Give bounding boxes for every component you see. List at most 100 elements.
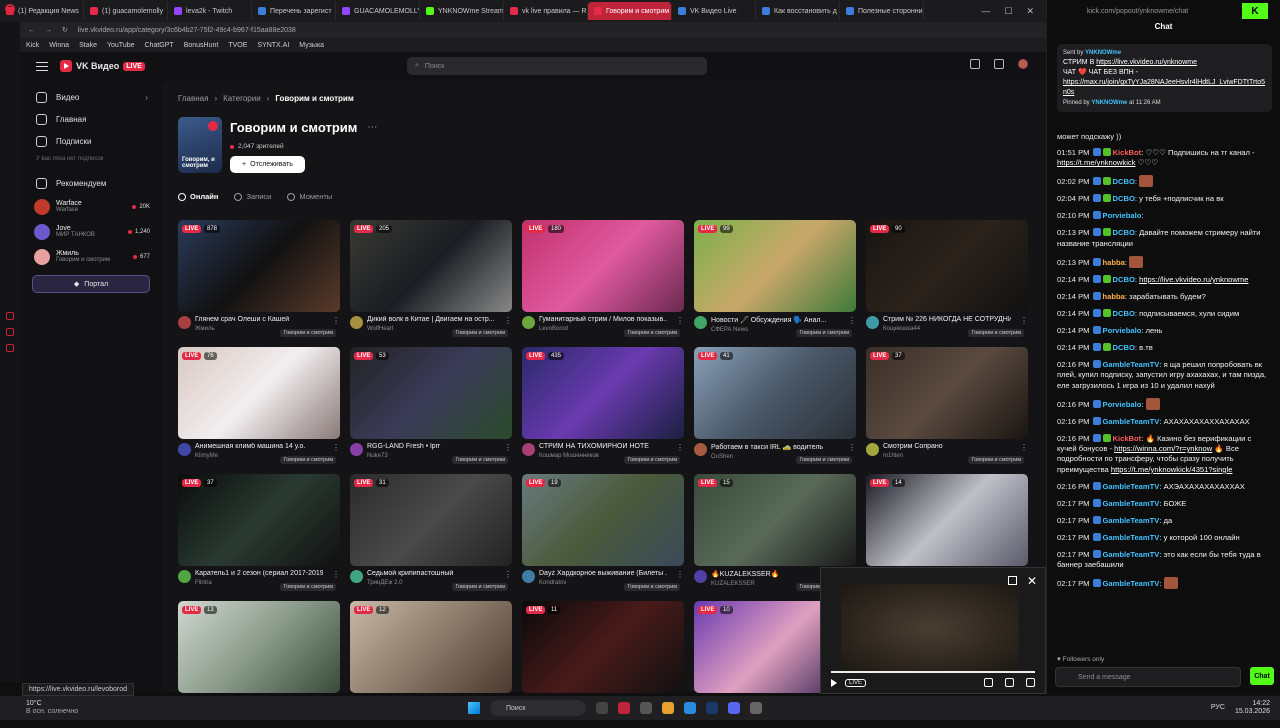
pinned-link[interactable]: https://live.vkvideo.ru/ynknowme [1096,59,1197,66]
streamer-avatar[interactable] [866,316,879,329]
close-icon[interactable]: ✕ [1027,574,1037,588]
streamer-avatar[interactable] [866,443,879,456]
bookmark-item[interactable]: Stake [79,42,97,49]
steam-taskbar-icon[interactable] [706,702,718,714]
more-icon[interactable]: ⋮ [504,443,512,452]
stream-card[interactable]: LIVE 205 Дикий волк в Китае | Двигаем на о… [350,220,512,347]
stream-thumbnail[interactable]: LIVE 41 [694,347,856,439]
back-icon[interactable]: ← [28,27,35,34]
chat-username[interactable]: GambleTeamTV [1103,533,1160,542]
chat-username[interactable]: Porviebalo [1103,326,1142,335]
discord-taskbar-icon[interactable] [728,702,740,714]
chat-username[interactable]: GambleTeamTV [1103,579,1160,588]
stream-thumbnail[interactable]: LIVE 12 [350,601,512,693]
more-icon[interactable]: ⋮ [676,443,684,452]
more-icon[interactable]: ⋮ [332,570,340,579]
tab-records[interactable]: Записи [234,192,271,201]
browser-tab[interactable]: leva2k - Twitch [168,2,252,20]
windows-start-icon[interactable] [468,702,480,714]
more-icon[interactable]: ⋮ [676,570,684,579]
stream-thumbnail[interactable]: LIVE 99 [694,220,856,312]
bookmark-item[interactable]: ChatGPT [145,42,174,49]
add-icon[interactable] [994,59,1004,69]
sidebar-channel[interactable]: Warface Warface 20K [20,194,162,219]
stream-title[interactable]: Дикий волк в Китае | Двигаем на остр... [367,316,495,323]
task-view-icon[interactable] [596,702,608,714]
streamer-avatar[interactable] [350,316,363,329]
category-tag[interactable]: Говорим и смотрим [968,456,1024,464]
more-icon[interactable]: ⋮ [1020,443,1028,452]
streamer-avatar[interactable] [350,570,363,583]
stream-thumbnail[interactable]: LIVE 90 [866,220,1028,312]
browser-tab[interactable]: Полезные сторонни [840,2,924,20]
chat-username[interactable]: GambleTeamTV [1103,482,1160,491]
stream-title[interactable]: Смотрим Сопрано [883,443,1011,450]
clock[interactable]: 14:22 15.03.2026 [1235,700,1270,716]
stream-thumbnail[interactable]: LIVE 19 [522,474,684,566]
stream-thumbnail[interactable]: LIVE 37 [866,347,1028,439]
category-tag[interactable]: Говорим и смотрим [280,329,336,337]
open-external-icon[interactable] [1008,576,1017,585]
breadcrumb-categories[interactable]: Категории [223,94,261,103]
browser-tab[interactable]: GUACAMOLEMOLLY [336,2,420,20]
stream-card[interactable]: LIVE 76 Анимешная климб машина 14 у.о. Klim… [178,347,340,474]
category-tag[interactable]: Говорим и смотрим [452,456,508,464]
stream-title[interactable]: RGG-LAND Fresh • lprr [367,443,495,450]
sidebar-item-video[interactable]: Видео › [20,86,162,108]
bookmark-item[interactable]: SYNTX.AI [257,42,289,49]
message-link[interactable]: https://t.me/ynknowkick/4351?single [1111,465,1233,474]
more-icon[interactable]: ⋮ [676,316,684,325]
stream-thumbnail[interactable]: LIVE 53 [350,347,512,439]
bookmark-item[interactable]: YouTube [107,42,135,49]
chat-username[interactable]: habba [1103,292,1125,301]
language-indicator[interactable]: РУС [1211,704,1225,712]
category-tag[interactable]: Говорим и смотрим [624,456,680,464]
stream-card[interactable]: LIVE 37 Каратель1 и 2 сезон (сериал 2017-2… [178,474,340,601]
chatgpt-taskbar-icon[interactable] [640,702,652,714]
streamer-avatar[interactable] [694,443,707,456]
stream-title[interactable]: Гуманитарный стрим / Милов показыв... [539,316,667,323]
stream-thumbnail[interactable]: LIVE 15 [694,474,856,566]
sidebar-item-recommended[interactable]: Рекомендуем [20,172,162,194]
opera-taskbar-icon[interactable] [618,702,630,714]
streamer-avatar[interactable] [350,443,363,456]
browser-tab[interactable]: Как восстановить д [756,2,840,20]
portal-button[interactable]: ◆ Портал [32,275,150,293]
stream-thumbnail[interactable]: LIVE 37 [178,474,340,566]
settings-icon[interactable] [1005,678,1014,687]
bookmark-item[interactable]: Kick [26,42,39,49]
stream-title[interactable]: Каратель1 и 2 сезон (сериал 2017-2019) [195,570,323,577]
stream-thumbnail[interactable]: LIVE 180 [522,220,684,312]
chat-username[interactable]: GambleTeamTV [1103,360,1160,369]
more-icon[interactable]: ⋮ [848,316,856,325]
bookmark-item[interactable]: Winna [49,42,69,49]
chat-send-button[interactable]: Chat [1250,667,1274,685]
chat-username[interactable]: GambleTeamTV [1103,550,1160,559]
telegram-taskbar-icon[interactable] [684,702,696,714]
browser-tab[interactable]: Говорим и смотрим — V [588,2,672,20]
streamer-avatar[interactable] [178,443,191,456]
studio-icon[interactable] [970,59,980,69]
category-tag[interactable]: Говорим и смотрим [452,329,508,337]
stream-card[interactable]: LIVE 31 Седьмой крипипастошный ТринДЕж 2.0 Г… [350,474,512,601]
sidebar-channel[interactable]: Жмиль Говорим и смотрим 677 [20,244,162,269]
chat-username[interactable]: GambleTeamTV [1103,516,1160,525]
streamer-avatar[interactable] [178,570,191,583]
category-tag[interactable]: Говорим и смотрим [452,583,508,591]
volume-icon[interactable] [984,678,993,687]
pinned-link-max[interactable]: https://max.ru/join/gxTyYJa28NAJeeHsvlr4… [1063,79,1265,96]
player-icon[interactable] [6,328,14,336]
message-link[interactable]: https://live.vkvideo.ru/ynknowme [1139,275,1248,284]
bookmark-item[interactable]: TVOE [228,42,247,49]
stream-title[interactable]: Dayz Хардкорное выживание (Билеты ... [539,570,667,577]
close-window-button[interactable]: ✕ [1026,6,1034,17]
explorer-taskbar-icon[interactable] [662,702,674,714]
message-link[interactable]: https://winna.com/?r=ynknow [1114,444,1212,453]
chat-username[interactable]: DCBO [1113,177,1135,186]
sidebar-channel[interactable]: Jove МИР ТАНКОВ 1,240 [20,219,162,244]
reload-icon[interactable]: ↻ [62,26,68,34]
chat-username[interactable]: GambleTeamTV [1103,499,1160,508]
url-field[interactable]: live.vkvideo.ru/app/category/3c6b4b27-75… [78,27,296,34]
pip-video[interactable] [841,584,1019,672]
streamer-avatar[interactable] [694,570,707,583]
